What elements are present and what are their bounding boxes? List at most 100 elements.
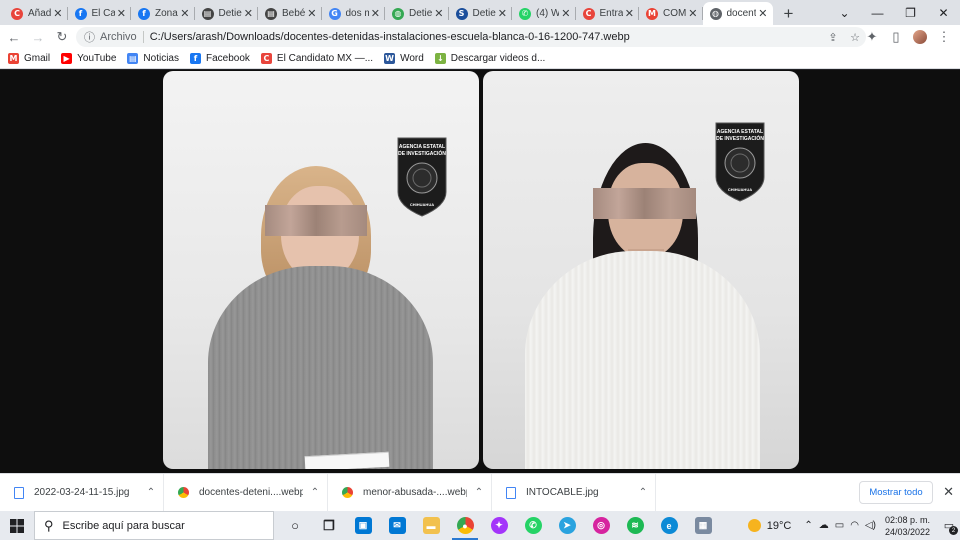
photo-left: AGENCIA ESTATAL DE INVESTIGACIÓN CHIHUAH… xyxy=(163,71,479,469)
news-icon: ▤ xyxy=(265,7,277,20)
tab-active[interactable]: ◍ docentes-detenidas✕ xyxy=(702,2,773,25)
tab[interactable]: ◍ Detienen✕ xyxy=(385,2,449,25)
close-tab-icon[interactable]: ✕ xyxy=(434,7,443,20)
tab[interactable]: ▤ Detienen✕ xyxy=(195,2,259,25)
taskbar-app-edge[interactable]: e xyxy=(652,511,686,540)
taskbar-search-box[interactable]: ⚲ Escribe aquí para buscar xyxy=(34,511,274,540)
clock[interactable]: 02:08 p. m. 24/03/2022 xyxy=(885,514,930,538)
download-item[interactable]: menor-abusada-....webp ⌃ xyxy=(328,473,492,512)
taskbar-app-mail[interactable]: ✉ xyxy=(380,511,414,540)
bookmarks-bar: M Gmail ▶ YouTube ▤ Noticias f Facebook C El Cand… xyxy=(0,49,960,69)
close-tab-icon[interactable]: ✕ xyxy=(498,7,507,20)
close-tab-icon[interactable]: ✕ xyxy=(371,7,380,20)
messenger-icon: ✦ xyxy=(490,517,508,534)
taskbar-app-chrome[interactable]: ● xyxy=(448,511,482,540)
taskbar-app-spotify[interactable]: ≋ xyxy=(618,511,652,540)
download-filename: menor-abusada-....webp xyxy=(363,487,467,498)
tab[interactable]: C Entrada✕ xyxy=(576,2,640,25)
taskbar-app-task-view[interactable]: ❐ xyxy=(312,511,346,540)
tab-title: Entrada xyxy=(599,8,623,19)
gmail-icon: M xyxy=(8,53,19,64)
tab[interactable]: M COMUNICADO✕ xyxy=(639,2,703,25)
bookmark-item[interactable]: W Word xyxy=(384,53,424,64)
address-bar[interactable]: ⓘ Archivo C:/Users/arash/Downloads/docen… xyxy=(76,27,866,47)
share-icon[interactable]: ⇪ xyxy=(822,31,844,44)
tab[interactable]: ✆ (4) WhatsApp✕ xyxy=(512,2,576,25)
system-tray: 19°C ⌃ ☁ ▭ ◠ ◁) 02:08 p. m. 24/03/2022 ▭… xyxy=(747,511,960,540)
bookmark-item[interactable]: ↓ Descargar videos d... xyxy=(434,53,546,64)
tab[interactable]: f Zona ✕ xyxy=(131,2,195,25)
taskbar-app-file-explorer[interactable]: ▬ xyxy=(414,511,448,540)
chevron-up-icon[interactable]: ⌃ xyxy=(139,487,163,498)
url-text[interactable]: C:/Users/arash/Downloads/docentes-deteni… xyxy=(150,31,822,43)
download-item[interactable]: 2022-03-24-11-15.jpg ⌃ xyxy=(0,473,164,512)
extensions-icon[interactable]: ✦ xyxy=(860,25,884,49)
word-icon: W xyxy=(384,53,396,64)
close-tab-icon[interactable]: ✕ xyxy=(688,7,697,20)
tab-search-icon[interactable]: ⌄ xyxy=(828,0,861,25)
globe-icon: ◍ xyxy=(709,7,722,20)
profile-avatar[interactable] xyxy=(913,30,927,44)
close-tab-icon[interactable]: ✕ xyxy=(53,7,62,20)
file-icon xyxy=(506,486,516,499)
sweater-right xyxy=(525,251,760,469)
volume-icon[interactable]: ◁) xyxy=(865,520,876,531)
battery-icon[interactable]: ▭ xyxy=(835,520,844,531)
tab[interactable]: C Añadir✕ xyxy=(4,2,68,25)
bookmark-item[interactable]: M Gmail xyxy=(8,53,50,64)
tab[interactable]: f El Candidato✕ xyxy=(68,2,132,25)
chevron-up-icon[interactable]: ⌃ xyxy=(467,487,491,498)
badge-line1-left: AGENCIA ESTATAL xyxy=(399,144,445,150)
close-tab-icon[interactable]: ✕ xyxy=(307,7,316,20)
bookmark-label: El Candidato MX —... xyxy=(276,53,374,64)
chevron-up-icon[interactable]: ⌃ xyxy=(631,487,655,498)
bookmark-item[interactable]: ▶ YouTube xyxy=(61,53,116,64)
close-download-bar-icon[interactable]: ✕ xyxy=(943,484,954,500)
forward-button[interactable]: → xyxy=(26,25,50,49)
close-tab-icon[interactable]: ✕ xyxy=(180,7,189,20)
chevron-up-icon[interactable]: ⌃ xyxy=(804,520,812,531)
notification-center-icon[interactable]: ▭ 2 xyxy=(938,511,960,540)
bookmark-item[interactable]: ▤ Noticias xyxy=(127,53,179,64)
close-tab-icon[interactable]: ✕ xyxy=(117,7,126,20)
taskbar-app-store[interactable]: ▣ xyxy=(346,511,380,540)
taskbar-app-messenger[interactable]: ✦ xyxy=(482,511,516,540)
menu-kebab-icon[interactable]: ⋮ xyxy=(932,25,956,49)
back-button[interactable]: ← xyxy=(2,25,26,49)
restore-button[interactable]: ❐ xyxy=(894,0,927,25)
download-filename: INTOCABLE.jpg xyxy=(526,487,599,498)
word-doc-icon: ▦ xyxy=(694,517,712,534)
bookmark-item[interactable]: C El Candidato MX —... xyxy=(260,53,374,64)
download-item[interactable]: docentes-deteni....webp ⌃ xyxy=(164,473,328,512)
wifi-icon[interactable]: ◠ xyxy=(850,520,859,531)
taskbar-app-cortana[interactable]: ○ xyxy=(278,511,312,540)
chrome-icon xyxy=(342,487,353,498)
taskbar-app-telegram[interactable]: ➤ xyxy=(550,511,584,540)
tab[interactable]: Gdos maestras✕ xyxy=(322,2,386,25)
bookmark-item[interactable]: f Facebook xyxy=(190,53,250,64)
minimize-button[interactable]: — xyxy=(861,0,894,25)
close-tab-icon[interactable]: ✕ xyxy=(758,7,767,20)
reload-button[interactable]: ↻ xyxy=(50,25,74,49)
tab[interactable]: ▤ Bebé ✕ xyxy=(258,2,322,25)
chevron-up-icon[interactable]: ⌃ xyxy=(303,487,327,498)
start-button[interactable] xyxy=(0,511,34,540)
weather-widget[interactable]: 19°C xyxy=(747,519,791,532)
facebook-icon: f xyxy=(74,7,87,20)
download-item[interactable]: INTOCABLE.jpg ⌃ xyxy=(492,473,656,512)
taskbar-app-word-doc[interactable]: ▦ xyxy=(686,511,720,540)
cloud-icon[interactable]: ☁ xyxy=(819,520,829,531)
taskbar-app-whatsapp[interactable]: ✆ xyxy=(516,511,550,540)
show-all-button[interactable]: Mostrar todo xyxy=(859,481,933,504)
info-icon[interactable]: ⓘ xyxy=(84,29,95,45)
bookmark-label: Descargar videos d... xyxy=(450,53,546,64)
side-panel-icon[interactable]: ▯ xyxy=(884,25,908,49)
tab-title: Detienen xyxy=(218,8,242,19)
close-tab-icon[interactable]: ✕ xyxy=(561,7,570,20)
new-tab-button[interactable]: + xyxy=(777,2,801,25)
taskbar-app-instagram[interactable]: ◎ xyxy=(584,511,618,540)
tab[interactable]: S Detienen✕ xyxy=(449,2,513,25)
close-window-button[interactable]: ✕ xyxy=(927,0,960,25)
close-tab-icon[interactable]: ✕ xyxy=(244,7,253,20)
close-tab-icon[interactable]: ✕ xyxy=(625,7,634,20)
